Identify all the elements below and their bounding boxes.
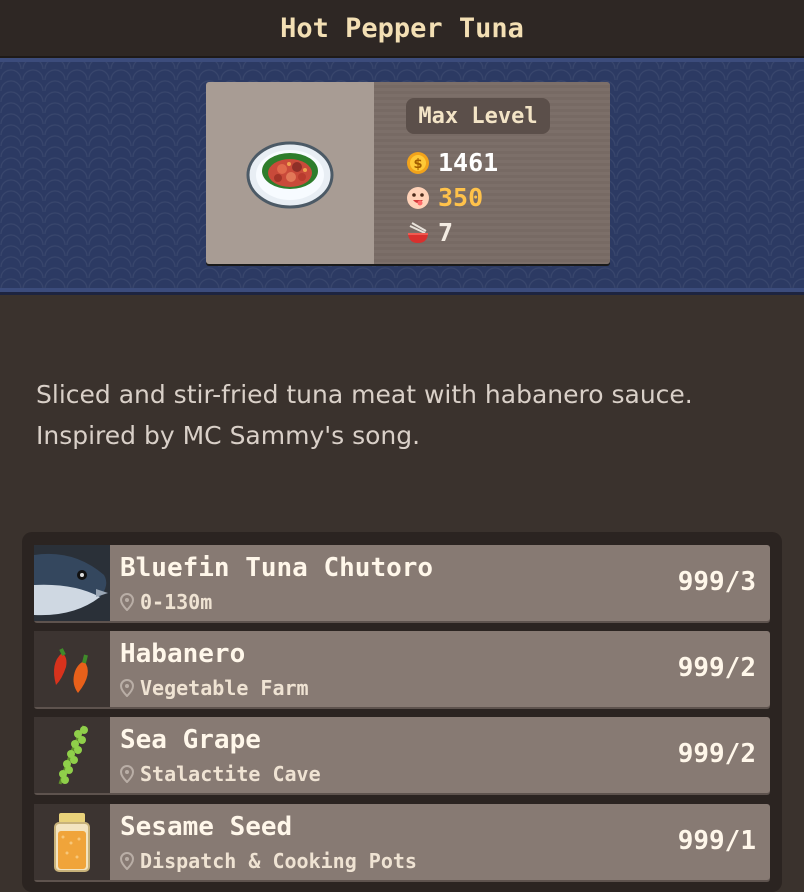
ingredient-location-text: 0-130m [140, 590, 213, 614]
title-bar: Hot Pepper Tuna [0, 0, 804, 58]
tuna-icon [34, 545, 110, 621]
location-pin-icon [120, 593, 134, 611]
ingredient-row[interactable]: Bluefin Tuna Chutoro 0-130m 999/3 [34, 545, 770, 621]
ingredient-row[interactable]: Sea Grape Stalactite Cave 999/2 [34, 717, 770, 793]
price-stat: $ 1461 [406, 148, 498, 177]
ingredient-location: Stalactite Cave [120, 762, 321, 786]
servings-value: 7 [438, 218, 454, 247]
taste-face-icon [407, 186, 429, 209]
coin-icon: $ [407, 151, 429, 174]
recipe-description: Sliced and stir-fried tuna meat with hab… [36, 374, 776, 456]
sea-grape-icon [58, 725, 88, 785]
banner-border-top [0, 58, 804, 62]
ingredient-name: Sesame Seed [120, 812, 293, 842]
dish-image [206, 82, 376, 264]
habanero-icon [54, 648, 88, 693]
location-pin-icon [120, 852, 134, 870]
level-badge: Max Level [406, 98, 550, 134]
ingredient-thumbnail [34, 717, 110, 793]
ingredient-count: 999/1 [677, 826, 756, 856]
ingredient-row[interactable]: Habanero Vegetable Farm 999/2 [34, 631, 770, 707]
bowl-chopsticks-icon [408, 221, 428, 243]
ingredient-count: 999/3 [677, 567, 756, 597]
recipe-card: Max Level $ 1461 350 7 [206, 82, 610, 264]
ingredient-count: 999/2 [677, 739, 756, 769]
ingredient-thumbnail [34, 545, 110, 621]
ingredient-location: 0-130m [120, 590, 212, 614]
description-line-2: Inspired by MC Sammy's song. [36, 421, 421, 450]
ingredient-location: Vegetable Farm [120, 676, 309, 700]
ingredient-thumbnail [34, 631, 110, 707]
page-title: Hot Pepper Tuna [280, 12, 524, 44]
ingredient-thumbnail [34, 804, 110, 880]
ingredient-location-text: Vegetable Farm [140, 676, 309, 700]
ingredient-name: Habanero [120, 639, 246, 669]
ingredient-row[interactable]: Sesame Seed Dispatch & Cooking Pots 999/… [34, 804, 770, 880]
taste-stat: 350 [406, 183, 483, 212]
ingredient-count: 999/2 [677, 653, 756, 683]
banner-border-bottom [0, 288, 804, 292]
price-value: 1461 [438, 148, 499, 177]
location-pin-icon [120, 679, 134, 697]
ingredient-location: Dispatch & Cooking Pots [120, 849, 417, 873]
ingredient-location-text: Stalactite Cave [140, 762, 321, 786]
location-pin-icon [120, 765, 134, 783]
ingredient-location-text: Dispatch & Cooking Pots [140, 849, 417, 873]
ingredient-name: Sea Grape [120, 725, 261, 755]
taste-value: 350 [438, 183, 484, 212]
recipe-stats: Max Level $ 1461 350 7 [374, 82, 610, 264]
sesame-jar-icon [54, 813, 90, 872]
servings-stat: 7 [406, 218, 453, 247]
hot-pepper-tuna-dish-icon [246, 141, 334, 209]
svg-text:$: $ [413, 157, 422, 172]
ingredient-name: Bluefin Tuna Chutoro [120, 553, 434, 583]
description-line-1: Sliced and stir-fried tuna meat with hab… [36, 380, 693, 409]
